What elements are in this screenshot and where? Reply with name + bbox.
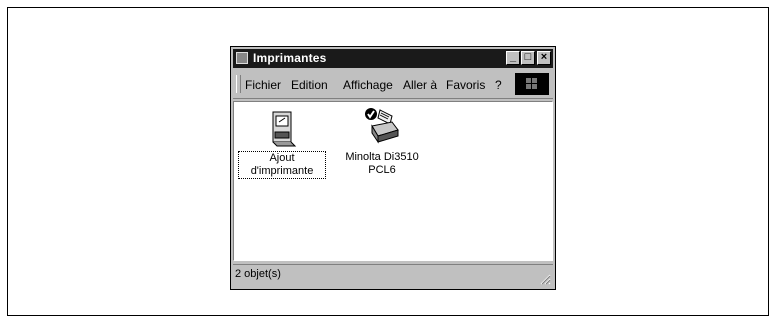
menu-affichage[interactable]: Affichage [343,78,393,92]
maximize-button[interactable]: □ [521,51,535,65]
status-bar: 2 objet(s) [233,264,553,287]
windows-logo-icon [515,73,549,95]
minimize-button[interactable]: _ [506,51,520,65]
printer-item-minolta[interactable]: Minolta Di3510 PCL6 [332,106,432,177]
printers-window: Imprimantes _ □ × Fichier Edition Affich… [230,46,556,290]
printer-default-icon [365,108,399,144]
status-text: 2 objet(s) [235,268,281,280]
printer-label-line1: Minolta Di3510 [345,151,419,163]
add-printer-icon [272,111,297,147]
close-button[interactable]: × [537,51,551,65]
printer-list: Ajout d'imprimante Minolta Di3510 PCL6 [233,101,553,261]
resize-grip-icon[interactable] [539,273,551,285]
menu-aller-a[interactable]: Aller à [403,78,437,92]
menu-edition[interactable]: Edition [291,78,328,92]
title-bar[interactable]: Imprimantes _ □ × [233,49,553,68]
menu-bar: Fichier Edition Affichage Aller à Favori… [233,70,553,99]
menu-fichier[interactable]: Fichier [245,78,281,92]
folder-icon [236,52,248,64]
menu-grip[interactable] [236,75,241,93]
add-printer-item[interactable]: Ajout d'imprimante [238,110,326,179]
menu-favoris[interactable]: Favoris [446,78,485,92]
add-printer-label: Ajout d'imprimante [238,151,326,179]
window-title: Imprimantes [253,51,327,65]
menu-help[interactable]: ? [495,78,502,92]
printer-label-line2: PCL6 [368,164,396,176]
